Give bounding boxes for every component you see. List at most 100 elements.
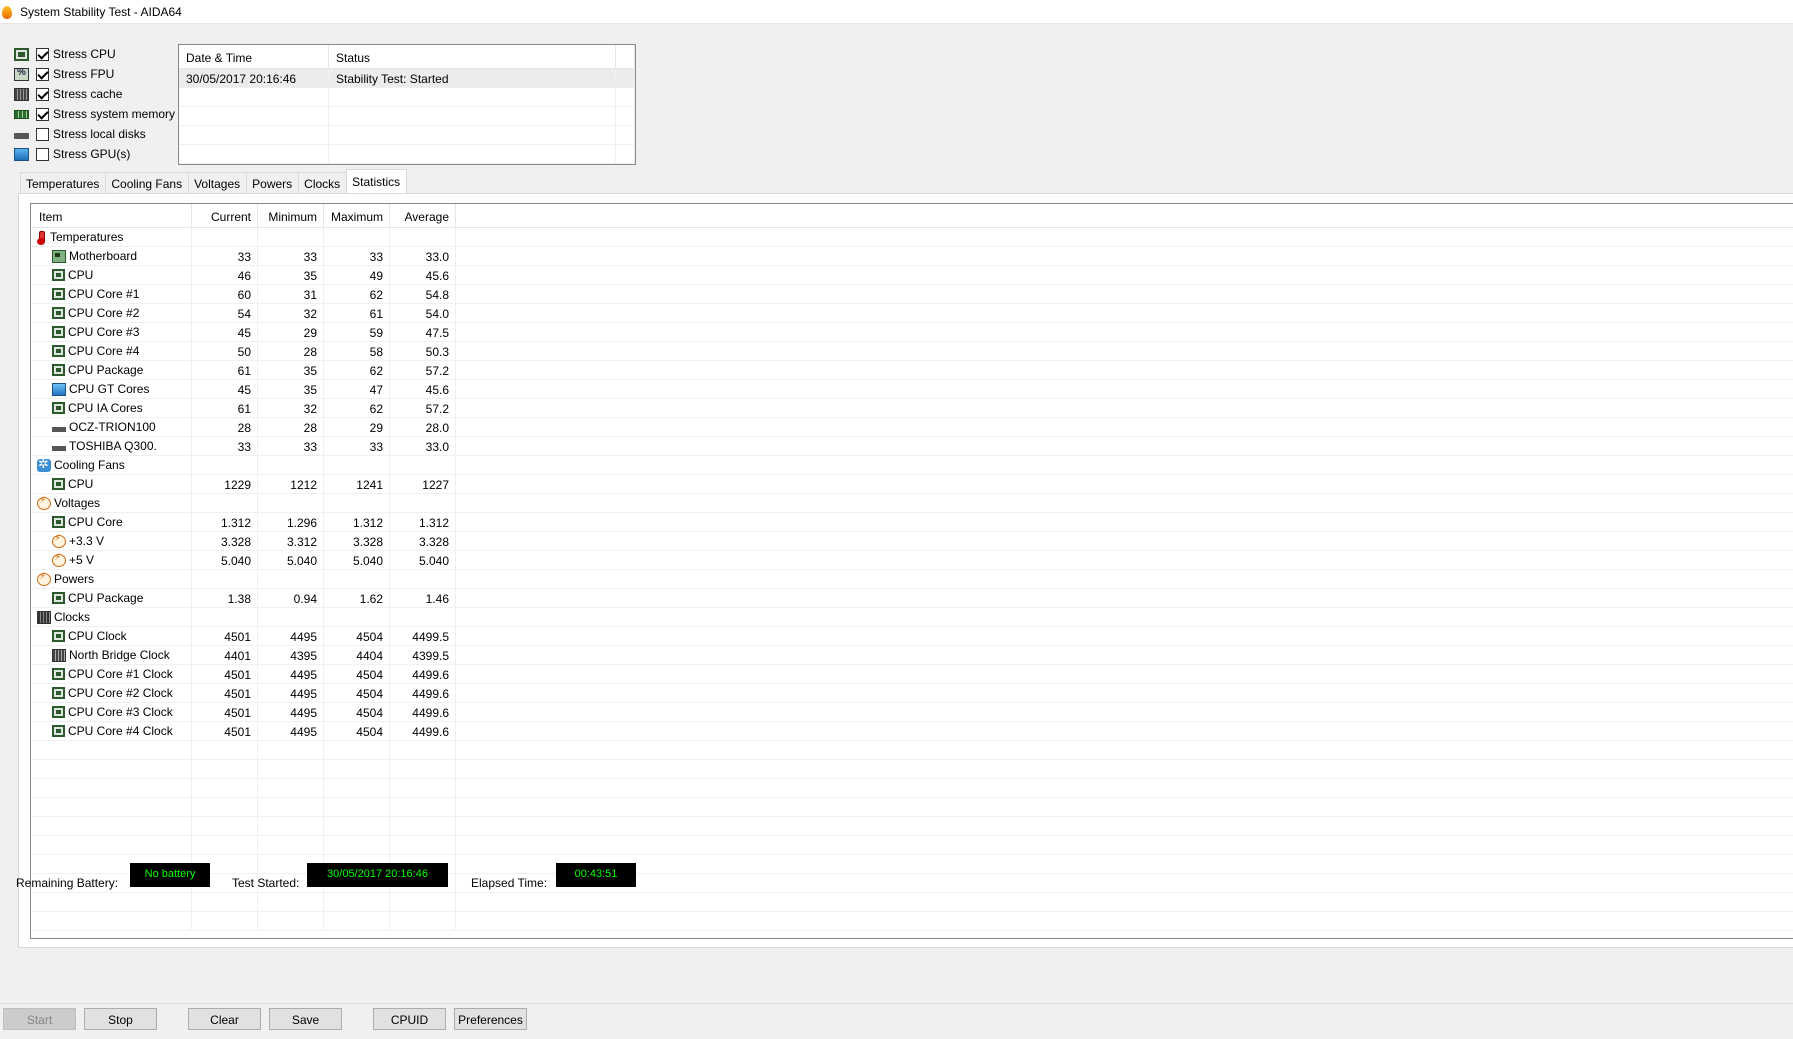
row-filler	[456, 399, 1793, 417]
log-row[interactable]	[179, 126, 635, 145]
chip-icon	[52, 592, 65, 604]
table-row[interactable]: CPU GT Cores 45 35 47 45.6	[31, 380, 1793, 399]
tab-voltages[interactable]: Voltages	[188, 172, 248, 193]
col-maximum[interactable]: Maximum	[324, 204, 390, 227]
empty-cell	[390, 893, 456, 911]
empty-cell	[31, 798, 192, 816]
row-filler	[456, 247, 1793, 265]
category-row[interactable]: Powers	[31, 570, 1793, 589]
tab-clocks[interactable]: Clocks	[298, 172, 348, 193]
log-col-status[interactable]: Status	[329, 45, 616, 68]
stress-option[interactable]: Stress GPU(s)	[14, 144, 184, 164]
log-col-datetime[interactable]: Date & Time	[179, 45, 329, 68]
tab-powers[interactable]: Powers	[246, 172, 300, 193]
stress-option[interactable]: Stress FPU	[14, 64, 184, 84]
log-row[interactable]	[179, 107, 635, 126]
category-row[interactable]: Clocks	[31, 608, 1793, 627]
cell-max: 4504	[324, 665, 390, 683]
tab-temperatures[interactable]: Temperatures	[20, 172, 107, 193]
col-minimum[interactable]: Minimum	[258, 204, 324, 227]
category-row[interactable]: Voltages	[31, 494, 1793, 513]
empty-cell	[258, 798, 324, 816]
stress-checkbox[interactable]	[36, 67, 49, 81]
stop-button[interactable]: Stop	[84, 1008, 157, 1030]
stress-checkbox[interactable]	[36, 147, 49, 161]
clear-button[interactable]: Clear	[188, 1008, 261, 1030]
row-label: CPU Core #3	[68, 325, 140, 339]
table-row[interactable]: CPU Core #2 Clock 4501 4495 4504 4499.6	[31, 684, 1793, 703]
row-filler	[456, 380, 1793, 398]
table-row[interactable]: CPU Core #1 Clock 4501 4495 4504 4499.6	[31, 665, 1793, 684]
stress-label: Stress CPU	[53, 47, 116, 61]
cell-avg: 3.328	[390, 532, 456, 550]
start-button[interactable]: Start	[3, 1008, 76, 1030]
stress-option[interactable]: Stress CPU	[14, 44, 184, 64]
preferences-button[interactable]: Preferences	[454, 1008, 527, 1030]
stress-option[interactable]: Stress cache	[14, 84, 184, 104]
cell-min: 33	[258, 247, 324, 265]
table-row[interactable]: North Bridge Clock 4401 4395 4404 4399.5	[31, 646, 1793, 665]
table-row[interactable]: CPU IA Cores 61 32 62 57.2	[31, 399, 1793, 418]
statistics-panel: Item Current Minimum Maximum Average Tem…	[18, 193, 1793, 948]
table-row[interactable]: CPU Core #3 45 29 59 47.5	[31, 323, 1793, 342]
col-current[interactable]: Current	[192, 204, 258, 227]
empty-cell	[390, 760, 456, 778]
empty-cell	[31, 741, 192, 759]
table-row[interactable]: CPU Core 1.312 1.296 1.312 1.312	[31, 513, 1793, 532]
stress-checkbox[interactable]	[36, 87, 49, 101]
table-row[interactable]: CPU Core #4 Clock 4501 4495 4504 4499.6	[31, 722, 1793, 741]
table-row[interactable]: +3.3 V3.3283.3123.3283.328	[31, 532, 1793, 551]
row-filler	[456, 627, 1793, 645]
log-spacer	[616, 88, 635, 106]
col-item[interactable]: Item	[31, 204, 192, 227]
stress-checkbox[interactable]	[36, 47, 49, 61]
table-row[interactable]: CPU Package 61 35 62 57.2	[31, 361, 1793, 380]
chip-icon	[52, 307, 65, 319]
stress-option[interactable]: Stress local disks	[14, 124, 184, 144]
table-row[interactable]: CPU Core #2 54 32 61 54.0	[31, 304, 1793, 323]
cell-min	[258, 608, 324, 626]
stress-label: Stress FPU	[53, 67, 115, 81]
category-row[interactable]: Cooling Fans	[31, 456, 1793, 475]
cache-icon	[14, 87, 29, 101]
table-row[interactable]: CPU Clock 4501 4495 4504 4499.5	[31, 627, 1793, 646]
table-row[interactable]: TOSHIBA Q300. 33 33 33 33.0	[31, 437, 1793, 456]
col-average[interactable]: Average	[390, 204, 456, 227]
table-row[interactable]: CPU Core #4 50 28 58 50.3	[31, 342, 1793, 361]
chip-icon	[52, 687, 65, 699]
category-row[interactable]: Temperatures	[31, 228, 1793, 247]
log-row[interactable]	[179, 145, 635, 164]
row-label: CPU Core #1 Clock	[68, 667, 173, 681]
tab-cooling-fans[interactable]: Cooling Fans	[105, 172, 190, 193]
chip-icon	[52, 288, 65, 300]
cell-min: 4495	[258, 665, 324, 683]
log-row[interactable]	[179, 88, 635, 107]
table-row[interactable]: CPU 46 35 49 45.6	[31, 266, 1793, 285]
row-filler	[456, 437, 1793, 455]
stress-checkbox[interactable]	[36, 127, 49, 141]
save-button[interactable]: Save	[269, 1008, 342, 1030]
empty-row	[31, 760, 1793, 779]
tab-statistics[interactable]: Statistics	[346, 169, 408, 193]
table-row[interactable]: CPU Core #1 60 31 62 54.8	[31, 285, 1793, 304]
table-row[interactable]: Motherboard 33 33 33 33.0	[31, 247, 1793, 266]
table-row[interactable]: +5 V5.0405.0405.0405.040	[31, 551, 1793, 570]
row-item: CPU	[31, 266, 192, 284]
log-datetime	[179, 107, 329, 125]
log-row[interactable]: 30/05/2017 20:16:46 Stability Test: Start…	[179, 69, 635, 88]
row-label: CPU	[68, 477, 94, 491]
table-row[interactable]: CPU Package 1.38 0.94 1.62 1.46	[31, 589, 1793, 608]
stress-checkbox[interactable]	[36, 107, 49, 121]
table-row[interactable]: CPU Core #3 Clock 4501 4495 4504 4499.6	[31, 703, 1793, 722]
empty-cell	[258, 817, 324, 835]
empty-cell	[324, 817, 390, 835]
log-datetime	[179, 145, 329, 163]
stress-option[interactable]: Stress system memory	[14, 104, 184, 124]
row-label: CPU Core #1	[68, 287, 140, 301]
chip-icon	[52, 269, 65, 281]
table-row[interactable]: OCZ-TRION100 28 28 29 28.0	[31, 418, 1793, 437]
table-row[interactable]: CPU 1229 1212 1241 1227	[31, 475, 1793, 494]
row-label: Powers	[54, 572, 95, 586]
cpuid-button[interactable]: CPUID	[373, 1008, 446, 1030]
row-label: CPU Core #2 Clock	[68, 686, 173, 700]
